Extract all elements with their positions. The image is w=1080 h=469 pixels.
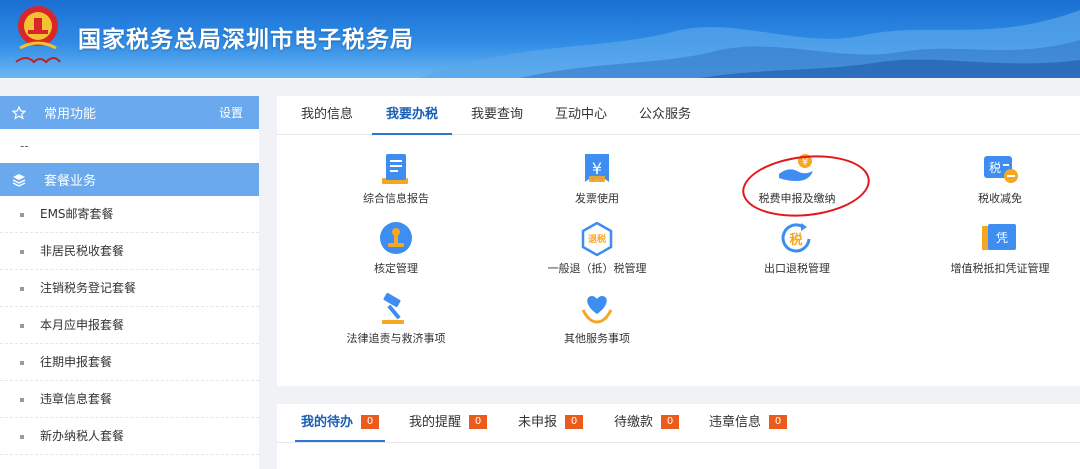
- func-invoice-usage[interactable]: ¥ 发票使用: [522, 152, 672, 206]
- tab-pending-payment[interactable]: 待缴款 0: [614, 404, 680, 442]
- bullet-icon: [20, 323, 24, 328]
- bullet-icon: [20, 249, 24, 254]
- sidebar-item-violations[interactable]: 违章信息套餐: [0, 381, 259, 418]
- tab-violations[interactable]: 违章信息 0: [709, 404, 788, 442]
- site-header: 国家税务总局深圳市电子税务局: [0, 0, 1080, 78]
- settings-link[interactable]: 设置: [219, 104, 243, 121]
- sidebar-item-this-month[interactable]: 本月应申报套餐: [0, 307, 259, 344]
- func-label: 税收减免: [978, 192, 1022, 205]
- count-badge: 0: [361, 414, 380, 429]
- sidebar-common-label: 常用功能: [44, 107, 97, 122]
- sidebar: 常用功能 设置 -- 套餐业务 EMS邮寄套餐 非居民税收套餐 注销税务登记套餐…: [0, 96, 259, 469]
- tab-public-service[interactable]: 公众服务: [639, 96, 691, 134]
- tab-label: 违章信息: [709, 415, 762, 430]
- voucher-glyph: 凭: [996, 230, 1008, 245]
- tab-my-info[interactable]: 我的信息: [301, 96, 353, 134]
- bullet-icon: [20, 434, 24, 439]
- bullet-icon: [20, 360, 24, 365]
- tab-query[interactable]: 我要查询: [471, 96, 523, 134]
- stamp-icon: [380, 222, 412, 254]
- tax-relief-icon: 税: [984, 156, 1018, 183]
- func-general-refund[interactable]: 退税 一般退（抵）税管理: [522, 222, 672, 276]
- heart-hands-icon: [581, 296, 613, 324]
- func-vat-deduction-voucher[interactable]: 凭 增值税抵扣凭证管理: [925, 222, 1075, 276]
- tab-label: 待缴款: [614, 415, 654, 430]
- func-label: 出口退税管理: [764, 262, 830, 275]
- sidebar-item-nonresident[interactable]: 非居民税收套餐: [0, 233, 259, 270]
- count-badge: 0: [469, 414, 488, 429]
- sidebar-item-label: 注销税务登记套餐: [40, 281, 137, 295]
- sidebar-item-ems[interactable]: EMS邮寄套餐: [0, 196, 259, 233]
- sidebar-packages-header[interactable]: 套餐业务: [0, 163, 259, 196]
- sidebar-item-label: 新办纳税人套餐: [40, 429, 125, 443]
- export-refund-glyph: 税: [789, 232, 802, 248]
- tab-label: 我的提醒: [409, 415, 462, 430]
- tax-emblem-icon: [15, 6, 61, 64]
- export-refund-icon: 税: [781, 223, 811, 253]
- bullet-icon: [20, 397, 24, 402]
- bullet-icon: [20, 286, 24, 291]
- tab-my-reminders[interactable]: 我的提醒 0: [409, 404, 488, 442]
- func-other-services[interactable]: 其他服务事项: [522, 292, 672, 346]
- sidebar-item-past-periods[interactable]: 往期申报套餐: [0, 344, 259, 381]
- sidebar-item-new-taxpayer[interactable]: 新办纳税人套餐: [0, 418, 259, 455]
- bullet-icon: [20, 212, 24, 217]
- tab-tax-handling[interactable]: 我要办税: [371, 96, 453, 135]
- count-badge: 0: [661, 414, 680, 429]
- site-title: 国家税务总局深圳市电子税务局: [78, 27, 414, 53]
- invoice-icon-glyph: ¥: [592, 159, 602, 178]
- tax-relief-glyph: 税: [989, 161, 1001, 175]
- tab-my-todo[interactable]: 我的待办 0: [294, 404, 386, 442]
- sidebar-common-header: 常用功能 设置: [0, 96, 259, 129]
- sidebar-item-deregistration[interactable]: 注销税务登记套餐: [0, 270, 259, 307]
- report-icon: [382, 154, 408, 184]
- tax-refund-glyph: 退税: [588, 233, 606, 245]
- tab-interaction[interactable]: 互动中心: [555, 96, 607, 134]
- count-badge: 0: [565, 414, 584, 429]
- voucher-icon: 凭: [982, 224, 1016, 250]
- func-legal-remedy[interactable]: 法律追责与救济事项: [321, 292, 471, 346]
- sidebar-packages-label: 套餐业务: [44, 174, 97, 189]
- gavel-icon: [382, 292, 404, 324]
- func-tax-relief[interactable]: 税 税收减免: [925, 152, 1075, 206]
- tax-refund-icon: 退税: [581, 222, 613, 256]
- todo-panel: 我的待办 0 我的提醒 0 未申报 0 待缴款 0 违章信息 0: [277, 404, 1080, 469]
- sidebar-item-label: 本月应申报套餐: [40, 318, 125, 332]
- func-comprehensive-report[interactable]: 综合信息报告: [321, 152, 471, 206]
- func-label: 增值税抵扣凭证管理: [950, 262, 1050, 275]
- func-assessment-management[interactable]: 核定管理: [321, 222, 471, 276]
- tab-undeclared[interactable]: 未申报 0: [518, 404, 584, 442]
- func-label: 发票使用: [575, 192, 619, 205]
- sidebar-item-label: 违章信息套餐: [40, 392, 113, 406]
- func-label: 综合信息报告: [363, 192, 429, 205]
- tab-label: 我的待办: [301, 415, 354, 430]
- sidebar-item-label: 往期申报套餐: [40, 355, 113, 369]
- count-badge: 0: [769, 414, 788, 429]
- func-label: 一般退（抵）税管理: [547, 262, 647, 275]
- sidebar-item-label: EMS邮寄套餐: [40, 207, 114, 221]
- func-export-refund[interactable]: 税 出口退税管理: [722, 222, 872, 276]
- func-label: 法律追责与救济事项: [346, 332, 446, 345]
- common-empty-text: --: [20, 139, 29, 153]
- sidebar-item-label: 非居民税收套餐: [40, 244, 125, 258]
- tab-label: 未申报: [518, 415, 558, 430]
- main-panel: 我的信息 我要办税 我要查询 互动中心 公众服务 综合信息报告 ¥ 发票使用 ¥…: [277, 96, 1080, 386]
- main-tab-bar: 我的信息 我要办税 我要查询 互动中心 公众服务: [277, 96, 1080, 135]
- tab-divider: [277, 442, 1080, 443]
- func-label: 核定管理: [374, 262, 418, 275]
- layers-icon: [12, 173, 26, 187]
- func-label: 其他服务事项: [564, 332, 630, 345]
- invoice-icon: ¥: [585, 154, 609, 182]
- star-icon: [12, 105, 26, 120]
